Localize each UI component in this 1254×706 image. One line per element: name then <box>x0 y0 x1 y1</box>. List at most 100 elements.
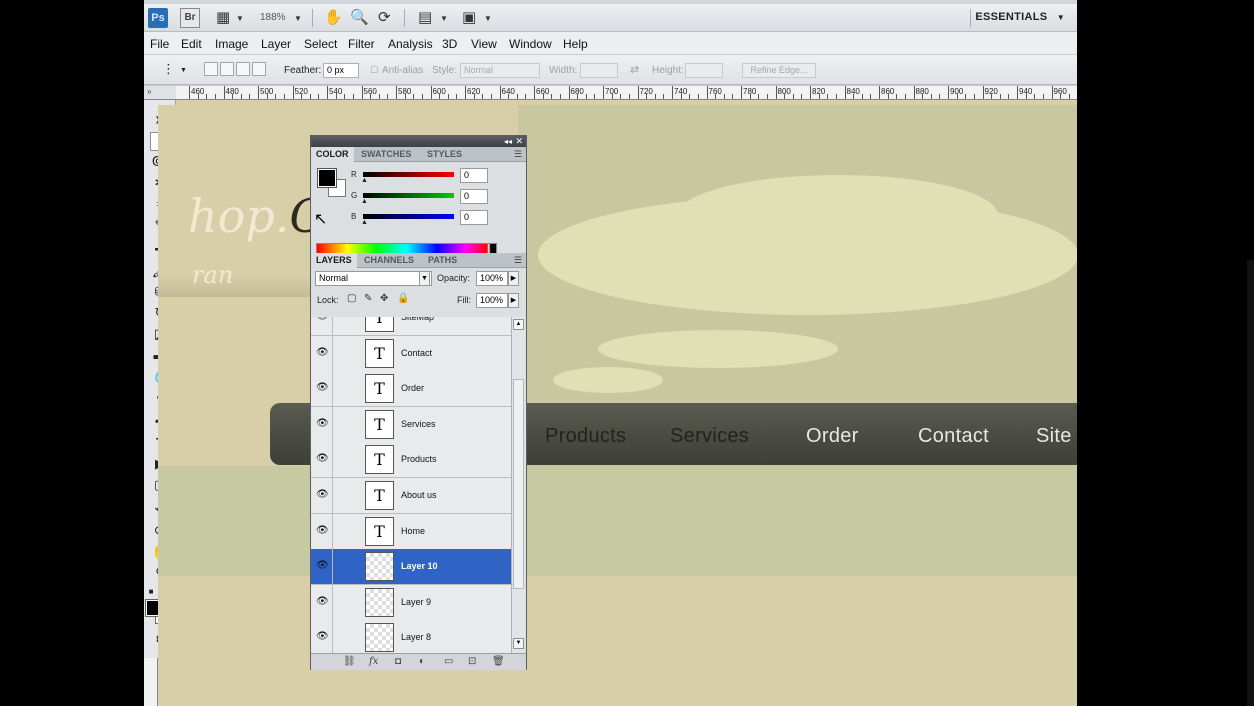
menu-3d[interactable]: 3D <box>442 37 457 51</box>
text-layer-thumbnail[interactable]: T <box>365 317 394 332</box>
text-layer-thumbnail[interactable]: T <box>365 516 394 546</box>
red-slider-thumb-icon[interactable]: ▲ <box>361 177 368 184</box>
menu-window[interactable]: Window <box>509 37 552 51</box>
layer-row[interactable]: 👁 T Products <box>311 442 511 479</box>
visibility-toggle[interactable]: 👁 <box>311 371 333 408</box>
text-layer-thumbnail[interactable]: T <box>365 409 394 439</box>
screen-mode-dropdown-icon[interactable]: ▼ <box>484 14 492 23</box>
layer-name[interactable]: Contact <box>401 348 432 358</box>
bridge-button[interactable]: Br <box>180 8 200 28</box>
layer-row[interactable]: 👁 Layer 9 <box>311 584 511 621</box>
layer-row[interactable]: 👁 T About us <box>311 478 511 514</box>
panel-title-bar[interactable]: ◂◂ ✕ <box>311 136 526 147</box>
tab-styles[interactable]: STYLES <box>422 147 467 162</box>
tab-swatches[interactable]: SWATCHES <box>356 147 416 162</box>
scroll-thumb[interactable] <box>513 379 524 589</box>
close-panel-icon[interactable]: ✕ <box>515 136 523 147</box>
blend-mode-dropdown-icon[interactable]: ▼ <box>419 271 430 286</box>
layer-name[interactable]: SiteMap <box>401 317 434 322</box>
layer-row[interactable]: 👁 T Home <box>311 513 511 550</box>
layer-thumbnail[interactable] <box>365 587 394 617</box>
new-selection-icon[interactable] <box>204 62 218 76</box>
menu-edit[interactable]: Edit <box>181 37 202 51</box>
layer-name[interactable]: Layer 9 <box>401 597 431 607</box>
layer-thumbnail[interactable] <box>365 623 394 653</box>
menu-help[interactable]: Help <box>563 37 588 51</box>
refine-edge-button[interactable]: Refine Edge... <box>742 63 816 78</box>
zoom-level[interactable]: 188% <box>260 12 286 23</box>
layer-row[interactable]: 👁 Layer 8 <box>311 620 511 653</box>
height-input[interactable] <box>685 63 723 78</box>
visibility-toggle[interactable]: 👁 <box>311 317 333 336</box>
photoshop-logo[interactable]: Ps <box>148 8 168 28</box>
view-extras-icon[interactable]: ▦ <box>216 8 230 26</box>
visibility-toggle[interactable]: 👁 <box>311 549 333 586</box>
swap-dimensions-icon[interactable]: ⇄ <box>630 63 639 76</box>
layer-row[interactable]: 👁 T Contact <box>311 335 511 372</box>
layer-thumbnail[interactable] <box>365 552 394 582</box>
subtract-selection-icon[interactable] <box>236 62 250 76</box>
feather-input[interactable]: 0 px <box>323 63 359 78</box>
layers-scrollbar[interactable]: ▲ ▼ <box>511 317 525 653</box>
menu-file[interactable]: File <box>150 37 169 51</box>
visibility-toggle[interactable]: 👁 <box>311 584 333 621</box>
menu-analysis[interactable]: Analysis <box>388 37 433 51</box>
text-layer-thumbnail[interactable]: T <box>365 338 394 368</box>
layer-row[interactable]: 👁 T Order <box>311 371 511 408</box>
layer-name[interactable]: Home <box>401 526 425 536</box>
default-colors-icon[interactable]: ■ <box>146 582 156 601</box>
tab-paths[interactable]: PATHS <box>423 253 462 268</box>
arrange-dropdown-icon[interactable]: ▼ <box>440 14 448 23</box>
menu-image[interactable]: Image <box>215 37 248 51</box>
layer-row[interactable]: 👁 T SiteMap <box>311 317 511 336</box>
visibility-toggle[interactable]: 👁 <box>311 620 333 653</box>
green-slider-thumb-icon[interactable]: ▲ <box>361 198 368 205</box>
lock-pixels-icon[interactable]: ✎ <box>364 293 372 304</box>
blue-slider-thumb-icon[interactable]: ▲ <box>361 219 368 226</box>
new-group-icon[interactable]: ▭ <box>444 656 453 667</box>
tab-layers[interactable]: LAYERS <box>311 253 357 268</box>
visibility-toggle[interactable]: 👁 <box>311 442 333 479</box>
workspace-switcher[interactable]: ESSENTIALS ▼ <box>975 11 1065 23</box>
width-input[interactable] <box>580 63 618 78</box>
marquee-preset-icon[interactable]: ⋮ <box>162 61 175 77</box>
delete-layer-icon[interactable]: 🗑 <box>492 656 505 667</box>
blend-mode-select[interactable]: Normal <box>315 271 432 286</box>
panel-menu-icon[interactable]: ☰ <box>514 149 522 160</box>
layer-name[interactable]: Products <box>401 454 437 464</box>
text-layer-thumbnail[interactable]: T <box>365 445 394 475</box>
opacity-input[interactable]: 100% <box>476 271 508 286</box>
fill-input[interactable]: 100% <box>476 293 508 308</box>
intersect-selection-icon[interactable] <box>252 62 266 76</box>
visibility-toggle[interactable]: 👁 <box>311 478 333 514</box>
layer-name[interactable]: Order <box>401 383 424 393</box>
visibility-toggle[interactable]: 👁 <box>311 335 333 372</box>
view-extras-dropdown-icon[interactable]: ▼ <box>236 14 244 23</box>
hand-tool-icon[interactable]: ✋ <box>324 8 343 26</box>
preset-dropdown-icon[interactable]: ▼ <box>180 67 187 74</box>
scroll-down-icon[interactable]: ▼ <box>513 638 524 649</box>
new-layer-icon[interactable]: ⊡ <box>468 656 476 667</box>
layer-mask-icon[interactable]: ◘ <box>395 656 401 667</box>
arrange-documents-icon[interactable]: ▤ <box>418 8 432 26</box>
zoom-dropdown-icon[interactable]: ▼ <box>294 14 302 23</box>
layer-name[interactable]: Services <box>401 419 436 429</box>
green-slider[interactable] <box>363 193 454 198</box>
visibility-toggle[interactable]: 👁 <box>311 513 333 550</box>
menu-view[interactable]: View <box>471 37 497 51</box>
rotate-view-icon[interactable]: ⟳ <box>378 8 391 26</box>
blue-slider[interactable] <box>363 214 454 219</box>
menu-layer[interactable]: Layer <box>261 37 291 51</box>
color-foreground-swatch[interactable] <box>317 168 337 188</box>
layer-name[interactable]: About us <box>401 490 437 500</box>
lock-all-icon[interactable]: 🔒 <box>397 293 409 304</box>
collapse-panel-icon[interactable]: ◂◂ <box>504 136 512 147</box>
opacity-arrow-icon[interactable]: ▶ <box>508 271 519 286</box>
scroll-up-icon[interactable]: ▲ <box>513 319 524 330</box>
link-layers-icon[interactable]: ⛓ <box>343 656 356 667</box>
visibility-toggle[interactable]: 👁 <box>311 406 333 443</box>
lock-position-icon[interactable]: ✥ <box>380 293 388 304</box>
layer-row[interactable]: 👁 Layer 10 <box>311 549 511 586</box>
tab-channels[interactable]: CHANNELS <box>359 253 419 268</box>
layer-style-icon[interactable]: fx <box>369 656 378 667</box>
